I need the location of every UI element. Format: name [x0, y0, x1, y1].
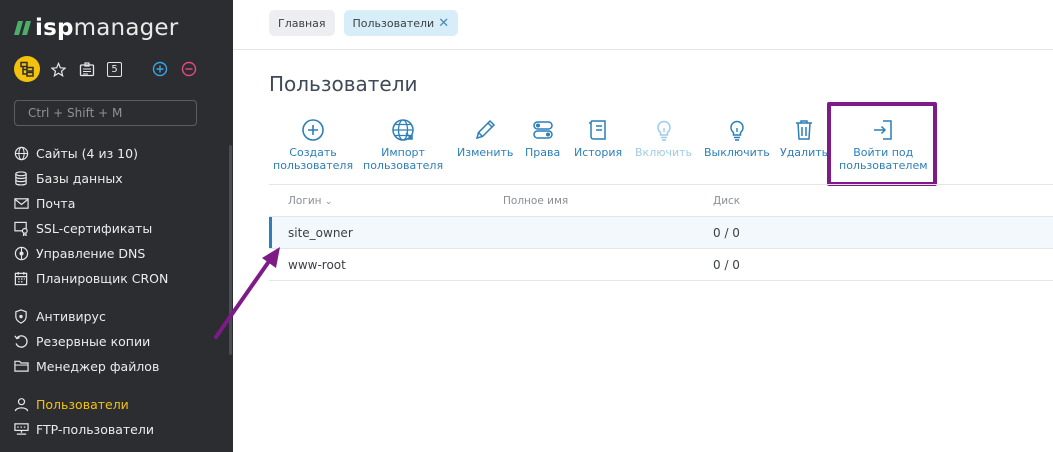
- sidebar-item-label: Резервные копии: [36, 333, 151, 349]
- remove-quick-icon[interactable]: [180, 60, 198, 78]
- column-login-label: Логин: [288, 195, 322, 207]
- users-table: Логин ⌄ Полное имя Диск site_owner 0 / 0…: [269, 184, 1053, 281]
- header-divider: [233, 49, 1053, 50]
- edit-button[interactable]: Изменить: [457, 112, 513, 159]
- globe-icon: [12, 144, 30, 162]
- enable-label: Включить: [635, 146, 693, 159]
- menu-search-input[interactable]: [14, 100, 197, 126]
- scroll-icon: [589, 120, 606, 140]
- breadcrumb-label: Пользователи: [352, 16, 435, 30]
- toggles-icon: [532, 121, 553, 139]
- main-content: Главная Пользователи ✕ Пользователи Созд…: [233, 0, 1053, 452]
- calendar-icon: [12, 269, 30, 287]
- mail-icon: [12, 194, 30, 212]
- enable-button[interactable]: Включить: [635, 112, 692, 159]
- quick-access-bar: 5: [14, 56, 209, 82]
- sidebar-item-users[interactable]: Пользователи: [12, 393, 129, 415]
- dns-icon: [12, 244, 30, 262]
- rights-button[interactable]: Права: [525, 112, 560, 159]
- folder-icon: [12, 357, 30, 375]
- sidebar-item-backups[interactable]: Резервные копии: [12, 330, 150, 352]
- history-label: История: [574, 146, 623, 159]
- database-icon: [12, 169, 30, 187]
- create-user-label: Создать: [289, 146, 337, 159]
- sidebar-item-label: FTP-пользователи: [36, 421, 154, 437]
- import-globe-icon: [392, 119, 414, 141]
- delete-label: Удалить: [780, 146, 829, 159]
- cell-login: site_owner: [288, 226, 353, 240]
- page-title: Пользователи: [269, 72, 418, 96]
- sidebar-item-label: SSL-сертификаты: [36, 220, 153, 236]
- star-icon[interactable]: [49, 60, 67, 78]
- sidebar-item-label: Пользователи: [36, 396, 129, 412]
- sidebar-item-label: Менеджер файлов: [36, 358, 160, 374]
- chevron-down-icon: ⌄: [324, 197, 333, 207]
- sidebar-item-sites[interactable]: Сайты (4 из 10): [12, 142, 138, 164]
- sidebar-item-mail[interactable]: Почта: [12, 192, 75, 214]
- sidebar-item-label: Базы данных: [36, 170, 123, 186]
- sidebar-item-file-manager[interactable]: Менеджер файлов: [12, 355, 159, 377]
- shield-icon: [12, 307, 30, 325]
- create-user-button[interactable]: Создать пользователя: [273, 112, 353, 172]
- sidebar-item-label: Почта: [36, 195, 76, 211]
- backup-icon: [12, 332, 30, 350]
- edit-label: Изменить: [457, 146, 514, 159]
- annotation-highlight-box: [827, 102, 937, 186]
- counter-badge-value: 5: [111, 63, 118, 75]
- sidebar-item-ftp-users[interactable]: FTP-пользователи: [12, 418, 154, 440]
- isp-manager-logo[interactable]: ispmanager: [14, 14, 178, 42]
- breadcrumb-users[interactable]: Пользователи ✕: [343, 10, 459, 36]
- delete-button[interactable]: Удалить: [780, 112, 828, 159]
- logo-text: ispmanager: [35, 15, 179, 41]
- cell-disk: 0 / 0: [713, 258, 740, 272]
- rights-label: Права: [525, 146, 561, 159]
- import-user-button[interactable]: Импорт пользователя: [363, 112, 443, 172]
- close-icon[interactable]: ✕: [438, 16, 449, 31]
- cell-disk: 0 / 0: [713, 226, 740, 240]
- lightbulb-off-icon: [730, 120, 744, 141]
- plus-circle-icon: [302, 119, 324, 141]
- breadcrumb-label: Главная: [278, 16, 326, 30]
- sidebar-item-label: Планировщик CRON: [36, 270, 169, 286]
- certificate-icon: [12, 219, 30, 237]
- cell-login: www-root: [288, 258, 346, 272]
- breadcrumb-home[interactable]: Главная: [269, 10, 335, 36]
- sidebar-item-antivirus[interactable]: Антивирус: [12, 305, 106, 327]
- badge-id-icon[interactable]: [78, 60, 96, 78]
- sidebar-item-ssl[interactable]: SSL-сертификаты: [12, 217, 152, 239]
- table-row[interactable]: site_owner 0 / 0: [269, 217, 1053, 249]
- sidebar: ispmanager 5 Сайты (: [0, 0, 233, 452]
- lightbulb-on-icon: [656, 120, 671, 141]
- breadcrumb: Главная Пользователи ✕: [269, 10, 467, 36]
- column-disk[interactable]: Диск: [713, 195, 740, 207]
- disable-label: Выключить: [704, 146, 770, 159]
- add-quick-icon[interactable]: [151, 60, 169, 78]
- trash-icon: [796, 120, 813, 140]
- sidebar-item-label: Сайты (4 из 10): [36, 145, 138, 161]
- counter-badge-icon[interactable]: 5: [107, 61, 122, 77]
- history-button[interactable]: История: [574, 112, 622, 159]
- sidebar-item-label: Антивирус: [36, 308, 106, 324]
- table-header: Логин ⌄ Полное имя Диск: [269, 185, 1053, 217]
- pencil-icon: [476, 119, 496, 140]
- sidebar-item-cron[interactable]: Планировщик CRON: [12, 267, 168, 289]
- sidebar-item-databases[interactable]: Базы данных: [12, 167, 123, 189]
- create-user-label-2: пользователя: [273, 159, 354, 172]
- sitemap-icon[interactable]: [14, 56, 40, 82]
- table-row[interactable]: www-root 0 / 0: [269, 249, 1053, 281]
- ftp-icon: [12, 420, 30, 438]
- column-login[interactable]: Логин ⌄: [288, 195, 332, 207]
- sidebar-item-dns[interactable]: Управление DNS: [12, 242, 145, 264]
- user-icon: [12, 395, 30, 413]
- annotation-arrow: [214, 247, 280, 339]
- import-user-label-2: пользователя: [363, 159, 444, 172]
- disable-button[interactable]: Выключить: [704, 112, 770, 159]
- sidebar-item-label: Управление DNS: [36, 245, 146, 261]
- logo-mark-icon: [14, 21, 31, 35]
- import-user-label: Импорт: [381, 146, 425, 159]
- column-fullname[interactable]: Полное имя: [503, 195, 568, 207]
